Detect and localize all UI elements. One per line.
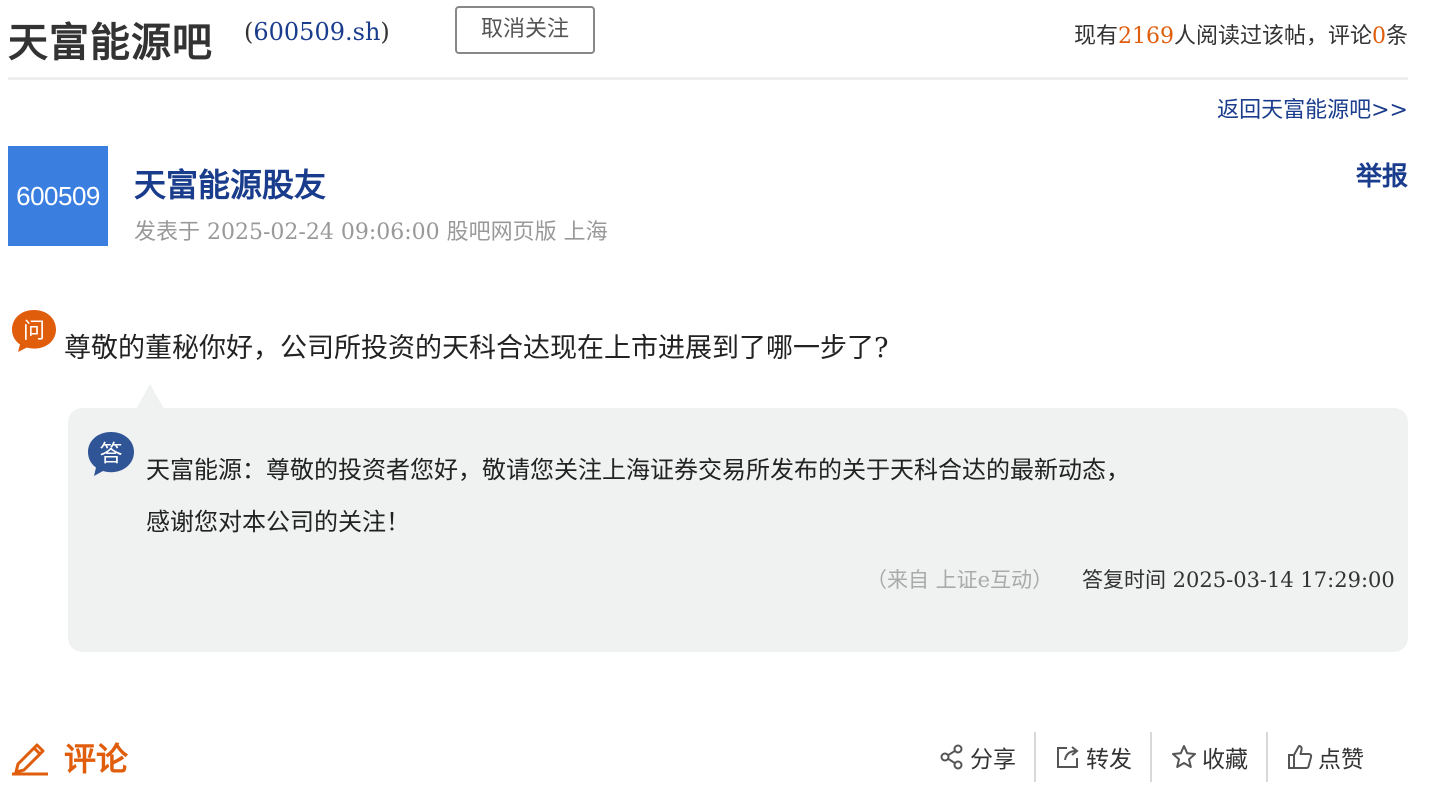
star-icon: [1172, 745, 1196, 768]
forward-label: 转发: [1086, 747, 1132, 773]
comment-count: 0: [1371, 24, 1386, 49]
read-stats: 现有2169人阅读过该帖，评论0条: [1073, 24, 1408, 49]
read-count: 2169: [1117, 24, 1174, 49]
header-divider: [8, 77, 1408, 80]
share-label: 分享: [970, 747, 1016, 773]
answer-icon: 答: [88, 432, 134, 476]
answer-text-line1: 天富能源：尊敬的投资者您好，敬请您关注上海证券交易所发布的关于天科合达的最新动态…: [146, 456, 1130, 484]
answer-source: （来自 上证e互动）: [866, 568, 1054, 592]
answer-text-line2: 感谢您对本公司的关注！: [146, 508, 410, 536]
collect-button[interactable]: 收藏: [1152, 732, 1266, 782]
answer-icon-char: 答: [100, 441, 123, 467]
thumbs-up-icon: [1288, 745, 1313, 769]
bar-title: 天富能源吧: [8, 19, 213, 66]
stock-code-link[interactable]: 600509.sh: [253, 18, 380, 46]
pencil-icon: [12, 743, 48, 776]
page-header: 天富能源吧 (600509.sh) 取消关注 现有2169人阅读过该帖，评论0条: [8, 0, 1408, 78]
avatar[interactable]: 600509: [8, 146, 108, 246]
forward-button[interactable]: 转发: [1036, 732, 1150, 782]
back-to-bar-link[interactable]: 返回天富能源吧>>: [1217, 92, 1408, 124]
post-meta: 发表于 2025-02-24 09:06:00 股吧网页版 上海: [134, 220, 608, 245]
share-button[interactable]: 分享: [920, 732, 1034, 782]
like-label: 点赞: [1318, 747, 1364, 773]
author-name[interactable]: 天富能源股友: [134, 160, 326, 206]
action-bar: 分享 转发 收藏 点赞: [920, 732, 1382, 782]
question-text: 尊敬的董秘你好，公司所投资的天科合达现在上市进展到了哪一步了?: [64, 333, 889, 364]
like-button[interactable]: 点赞: [1268, 732, 1382, 782]
comments-title: 评论: [64, 740, 129, 778]
collect-label: 收藏: [1202, 747, 1248, 773]
report-button[interactable]: 举报: [1356, 156, 1408, 193]
unfollow-button[interactable]: 取消关注: [455, 6, 595, 54]
share-icon: [940, 744, 963, 770]
stock-code: (600509.sh): [244, 18, 390, 46]
answer-time: 答复时间 2025-03-14 17:29:00: [1082, 568, 1395, 592]
forward-icon: [1057, 746, 1079, 768]
answer-pointer: [136, 384, 164, 409]
question-icon-char: 问: [23, 319, 45, 344]
question-icon: 问: [12, 310, 56, 352]
